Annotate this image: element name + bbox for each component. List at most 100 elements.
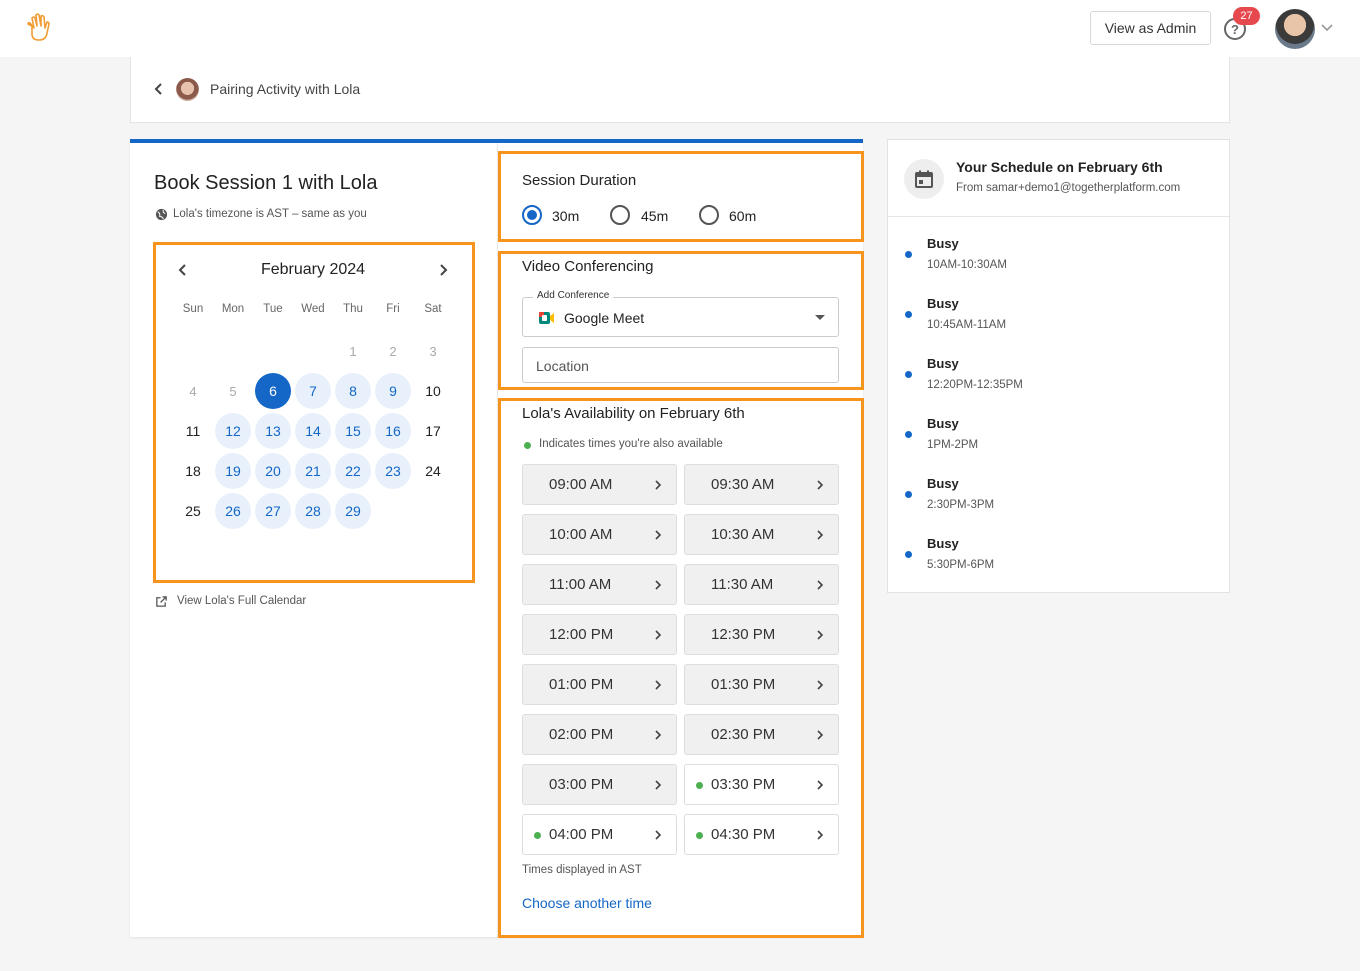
booking-card: Book Session 1 with Lola Lola's timezone… — [130, 139, 864, 938]
calendar-day-23[interactable]: 23 — [375, 453, 411, 489]
view-full-calendar-link[interactable]: View Lola's Full Calendar — [177, 595, 306, 607]
chevron-right-icon — [817, 480, 824, 490]
radio-60m[interactable] — [699, 205, 719, 225]
event-dot — [905, 491, 912, 498]
time-slot-label: 04:00 PM — [549, 826, 614, 843]
calendar-day-22[interactable]: 22 — [335, 453, 371, 489]
time-slot-button[interactable]: 02:30 PM — [684, 714, 839, 755]
calendar-day-8[interactable]: 8 — [335, 373, 371, 409]
chevron-right-icon — [817, 830, 824, 840]
time-slot-button[interactable]: 03:00 PM — [522, 764, 677, 805]
location-input[interactable]: Location — [522, 347, 839, 383]
next-month-icon[interactable] — [436, 263, 450, 277]
weekday-header: Sat — [424, 303, 442, 315]
time-slot-button[interactable]: 01:30 PM — [684, 664, 839, 705]
chevron-right-icon — [655, 830, 662, 840]
calendar-day-28[interactable]: 28 — [295, 493, 331, 529]
availability-legend: Indicates times you're also available — [539, 438, 723, 450]
conference-value: Google Meet — [564, 310, 645, 326]
event-dot — [905, 251, 912, 258]
time-slot-label: 11:30 AM — [711, 576, 774, 593]
time-slot-button[interactable]: 11:30 AM — [684, 564, 839, 605]
calendar-day-11: 11 — [185, 423, 201, 439]
calendar-day-9[interactable]: 9 — [375, 373, 411, 409]
conference-label: Add Conference — [533, 290, 614, 301]
breadcrumb: Pairing Activity with Lola — [130, 57, 1230, 123]
radio-45m-label[interactable]: 45m — [641, 208, 668, 224]
time-slot-button[interactable]: 02:00 PM — [522, 714, 677, 755]
time-slot-button[interactable]: 09:00 AM — [522, 464, 677, 505]
view-as-admin-button[interactable]: View as Admin — [1090, 11, 1211, 45]
event-label: Busy — [927, 476, 959, 491]
chevron-right-icon — [655, 730, 662, 740]
notification-badge: 27 — [1233, 7, 1260, 25]
time-slot-button[interactable]: 10:30 AM — [684, 514, 839, 555]
mutual-available-dot — [696, 832, 703, 839]
time-slot-button[interactable]: 11:00 AM — [522, 564, 677, 605]
event-time: 5:30PM-6PM — [927, 559, 995, 571]
calendar-day-1: 1 — [349, 343, 357, 359]
calendar-day-26[interactable]: 26 — [215, 493, 251, 529]
calendar-day-16[interactable]: 16 — [375, 413, 411, 449]
event-label: Busy — [927, 356, 959, 371]
timezone-note: Lola's timezone is AST – same as you — [173, 208, 367, 220]
calendar-day-6[interactable]: 6 — [255, 373, 291, 409]
chevron-down-icon[interactable] — [1320, 20, 1334, 34]
time-slot-label: 03:30 PM — [711, 776, 776, 793]
calendar-day-13[interactable]: 13 — [255, 413, 291, 449]
calendar-day-15[interactable]: 15 — [335, 413, 371, 449]
mutual-available-dot — [696, 782, 703, 789]
time-slot-label: 09:30 AM — [711, 476, 775, 493]
time-slot-button[interactable]: 03:30 PM — [684, 764, 839, 805]
event-time: 12:20PM-12:35PM — [927, 379, 1023, 391]
calendar-day-12[interactable]: 12 — [215, 413, 251, 449]
calendar-day-27[interactable]: 27 — [255, 493, 291, 529]
calendar-day-4: 4 — [189, 383, 197, 399]
time-slot-button[interactable]: 10:00 AM — [522, 514, 677, 555]
chevron-right-icon — [655, 580, 662, 590]
time-slot-label: 09:00 AM — [549, 476, 613, 493]
time-slot-label: 03:00 PM — [549, 776, 614, 793]
time-slot-button[interactable]: 09:30 AM — [684, 464, 839, 505]
conference-select[interactable]: Add Conference Google Meet — [522, 290, 839, 337]
choose-another-time-link[interactable]: Choose another time — [522, 895, 652, 911]
time-slot-label: 04:30 PM — [711, 826, 776, 843]
radio-30m[interactable] — [522, 205, 542, 225]
schedule-card: Your Schedule on February 6th From samar… — [887, 139, 1230, 593]
calendar-day-21[interactable]: 21 — [295, 453, 331, 489]
time-slot-button[interactable]: 01:00 PM — [522, 664, 677, 705]
back-chevron-icon[interactable] — [151, 81, 167, 97]
event-dot — [905, 311, 912, 318]
chevron-right-icon — [655, 780, 662, 790]
time-slot-button[interactable]: 12:00 PM — [522, 614, 677, 655]
waving-hand-logo-icon[interactable] — [24, 12, 54, 42]
event-time: 1PM-2PM — [927, 439, 979, 451]
calendar-day-19[interactable]: 19 — [215, 453, 251, 489]
calendar-day-14[interactable]: 14 — [295, 413, 331, 449]
calendar-icon — [915, 170, 933, 188]
chevron-right-icon — [655, 630, 662, 640]
calendar-day-5: 5 — [229, 383, 237, 399]
schedule-title: Your Schedule on February 6th — [956, 159, 1163, 175]
calendar-day-29[interactable]: 29 — [335, 493, 371, 529]
calendar-day-7[interactable]: 7 — [295, 373, 331, 409]
session-duration-title: Session Duration — [522, 172, 637, 189]
time-slot-button[interactable]: 04:30 PM — [684, 814, 839, 855]
calendar-day-17: 17 — [425, 423, 441, 439]
prev-month-icon[interactable] — [176, 263, 190, 277]
time-slot-label: 10:00 AM — [549, 526, 613, 543]
time-slot-button[interactable]: 04:00 PM — [522, 814, 677, 855]
radio-45m[interactable] — [610, 205, 630, 225]
times-timezone-note: Times displayed in AST — [522, 864, 642, 876]
availability-legend-dot — [524, 442, 531, 449]
time-slot-label: 01:30 PM — [711, 676, 776, 693]
time-slot-button[interactable]: 12:30 PM — [684, 614, 839, 655]
duration-highlight — [498, 151, 864, 242]
event-label: Busy — [927, 236, 959, 251]
user-avatar[interactable] — [1275, 9, 1315, 49]
radio-30m-label[interactable]: 30m — [552, 208, 579, 224]
calendar-day-20[interactable]: 20 — [255, 453, 291, 489]
radio-60m-label[interactable]: 60m — [729, 208, 756, 224]
chevron-right-icon — [655, 530, 662, 540]
time-slot-label: 12:30 PM — [711, 626, 776, 643]
